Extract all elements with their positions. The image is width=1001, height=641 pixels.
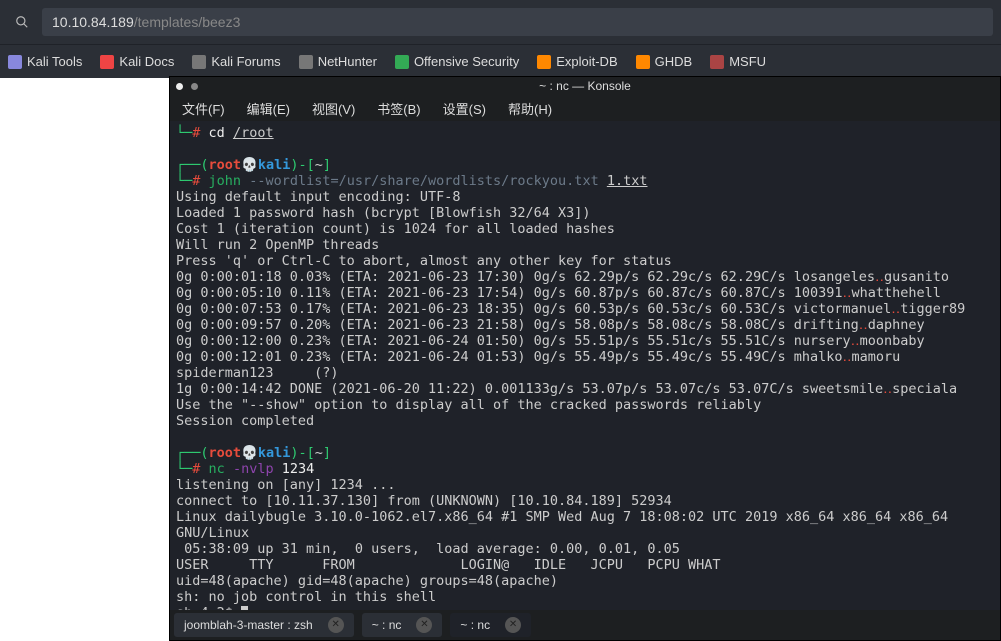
bookmark-label: Exploit-DB [556, 54, 617, 69]
url-path: /templates/beez3 [134, 14, 241, 30]
bookmark-bar: Kali Tools Kali Docs Kali Forums NetHunter O… [0, 44, 1001, 78]
menu-item[interactable]: 帮助(H) [504, 96, 556, 121]
bookmark-item[interactable]: Exploit-DB [537, 54, 617, 69]
terminal-content[interactable]: └─# cd /root ┌──(root💀kali)-[~]└─# john … [170, 121, 1000, 610]
menu-item[interactable]: 设置(S) [439, 96, 490, 121]
bookmark-item[interactable]: MSFU [710, 54, 766, 69]
url-input[interactable]: 10.10.84.189/templates/beez3 [42, 8, 993, 36]
tab-bar: joomblah-3-master : zsh ✕ ~ : nc ✕ ~ : nc ✕ [170, 610, 1000, 640]
terminal-tab[interactable]: ~ : nc ✕ [362, 613, 443, 637]
terminal-window: ~ : nc — Konsole 文件(F) 编辑(E) 视图(V) 书签(B) 设置(… [169, 76, 1001, 641]
bookmark-item[interactable]: Kali Tools [8, 54, 82, 69]
bookmark-label: GHDB [655, 54, 693, 69]
ghdb-icon [636, 55, 650, 69]
docs-icon [100, 55, 114, 69]
menu-item[interactable]: 编辑(E) [243, 96, 294, 121]
search-icon[interactable] [8, 9, 36, 35]
close-icon[interactable]: ✕ [328, 617, 344, 633]
bookmark-item[interactable]: Offensive Security [395, 54, 519, 69]
address-bar: 10.10.84.189/templates/beez3 [0, 0, 1001, 44]
bookmark-label: Offensive Security [414, 54, 519, 69]
menu-item[interactable]: 书签(B) [373, 96, 424, 121]
bookmark-item[interactable]: Kali Docs [100, 54, 174, 69]
title-bar-tabs[interactable] [176, 83, 198, 90]
dragon-icon [8, 55, 22, 69]
tab-label: joomblah-3-master : zsh [184, 618, 313, 632]
bookmark-label: NetHunter [318, 54, 377, 69]
offsec-icon [395, 55, 409, 69]
window-title: ~ : nc — Konsole [539, 79, 631, 93]
bookmark-item[interactable]: GHDB [636, 54, 693, 69]
menu-item[interactable]: 文件(F) [178, 96, 229, 121]
close-icon[interactable]: ✕ [505, 617, 521, 633]
bookmark-label: Kali Docs [119, 54, 174, 69]
menu-item[interactable]: 视图(V) [308, 96, 359, 121]
menu-bar: 文件(F) 编辑(E) 视图(V) 书签(B) 设置(S) 帮助(H) [170, 95, 1000, 121]
bookmark-item[interactable]: Kali Forums [192, 54, 280, 69]
bookmark-label: Kali Forums [211, 54, 280, 69]
terminal-tab[interactable]: ~ : nc ✕ [450, 613, 531, 637]
close-icon[interactable]: ✕ [416, 617, 432, 633]
left-sidebar [0, 78, 169, 641]
exploitdb-icon [537, 55, 551, 69]
title-bar: ~ : nc — Konsole [170, 77, 1000, 95]
terminal-tab[interactable]: joomblah-3-master : zsh ✕ [174, 613, 354, 637]
msfu-icon [710, 55, 724, 69]
forums-icon [192, 55, 206, 69]
tab-label: ~ : nc [372, 618, 402, 632]
tab-label: ~ : nc [460, 618, 490, 632]
bookmark-item[interactable]: NetHunter [299, 54, 377, 69]
nethunter-icon [299, 55, 313, 69]
url-host: 10.10.84.189 [52, 14, 134, 30]
bookmark-label: MSFU [729, 54, 766, 69]
bookmark-label: Kali Tools [27, 54, 82, 69]
